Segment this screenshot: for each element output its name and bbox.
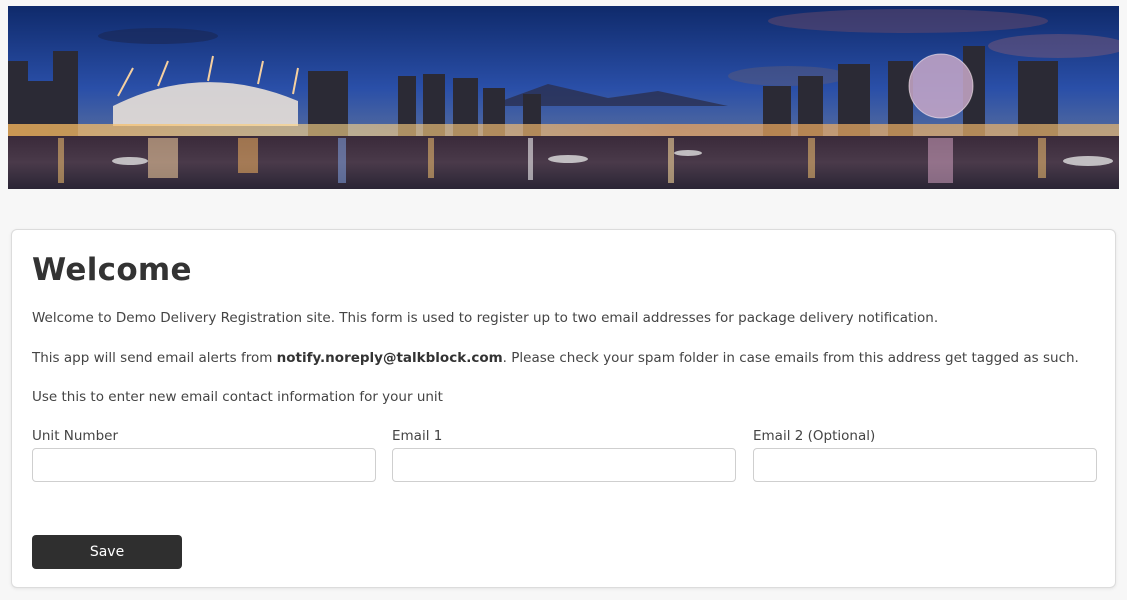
header-banner-image xyxy=(8,6,1119,189)
alerts-text-suffix: . Please check your spam folder in case … xyxy=(502,350,1079,366)
intro-text: Welcome to Demo Delivery Registration si… xyxy=(32,310,939,326)
registration-card: Welcome Welcome to Demo Delivery Registr… xyxy=(11,229,1116,588)
sender-email: notify.noreply@talkblock.com xyxy=(276,350,503,366)
save-button[interactable]: Save xyxy=(32,535,182,569)
page-title: Welcome xyxy=(32,252,192,288)
instruction-text: Use this to enter new email contact info… xyxy=(32,389,443,405)
email1-input[interactable] xyxy=(392,448,736,482)
email1-label: Email 1 xyxy=(392,428,443,444)
email2-label: Email 2 (Optional) xyxy=(753,428,876,444)
unit-number-label: Unit Number xyxy=(32,428,119,444)
alerts-text-prefix: This app will send email alerts from xyxy=(32,350,277,366)
city-skyline-night-image xyxy=(8,6,1119,189)
alerts-text: This app will send email alerts from not… xyxy=(32,350,1079,366)
unit-number-input[interactable] xyxy=(32,448,376,482)
email2-input[interactable] xyxy=(753,448,1097,482)
